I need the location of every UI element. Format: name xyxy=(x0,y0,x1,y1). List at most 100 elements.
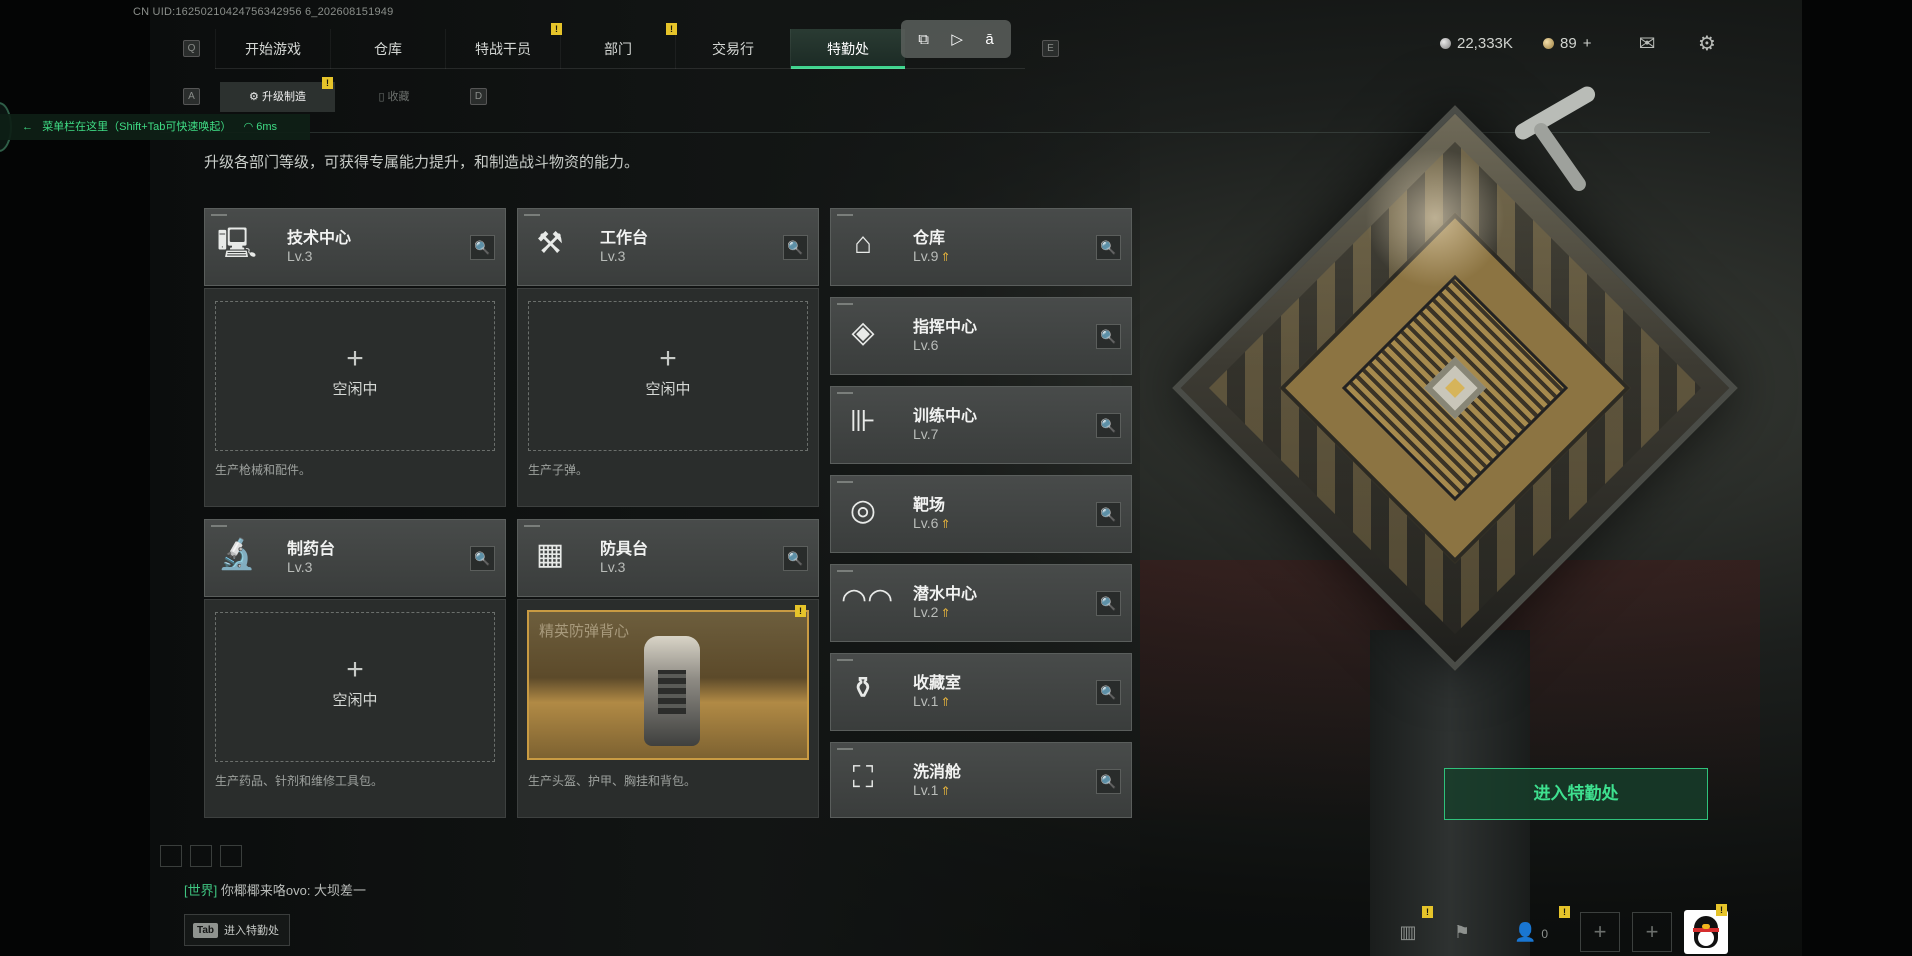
search-icon[interactable]: 🔍 xyxy=(1096,502,1121,527)
nav-tab-operators[interactable]: 特战干员 xyxy=(445,29,560,69)
tab-enter-hint[interactable]: Tab 进入特勤处 xyxy=(184,914,290,946)
stats-chart-icon[interactable]: ▥ xyxy=(1388,912,1428,952)
department-command-center[interactable]: ◈ 指挥中心 Lv.6 🔍 xyxy=(830,297,1132,375)
add-team-slot-button-2[interactable]: + xyxy=(1632,912,1672,952)
screenshot-icon[interactable]: ⧉ xyxy=(918,31,929,48)
search-icon[interactable]: 🔍 xyxy=(1096,680,1121,705)
slot-status: 空闲中 xyxy=(332,381,378,398)
nav-tab-special-ops[interactable]: 特勤处 xyxy=(790,29,905,69)
search-icon[interactable]: 🔍 xyxy=(1096,324,1121,349)
overlay-toolbar: ⧉ ▷ ā xyxy=(901,20,1011,58)
computer-icon: 🖳 xyxy=(216,227,258,260)
upgrade-alert-badge: ! xyxy=(322,77,333,89)
subtab-upgrade-craft[interactable]: ⚙ 升级制造 xyxy=(220,82,335,112)
upgrade-arrow-icon: ⇑ xyxy=(940,784,951,798)
workstation-armor[interactable]: ▦ 防具台 Lv.3 🔍 xyxy=(517,519,819,597)
search-icon[interactable]: 🔍 xyxy=(1096,591,1121,616)
gold-currency: 89 + xyxy=(1543,35,1591,52)
plus-icon: + xyxy=(659,342,677,375)
nav-tab-start-game[interactable]: 开始游戏 xyxy=(215,29,330,69)
vest-image xyxy=(644,636,700,746)
department-shooting-range[interactable]: ◎ 靶场 Lv.6 ⇑ 🔍 xyxy=(830,475,1132,553)
workbench-slot: + 空闲中 生产子弹。 xyxy=(517,288,819,507)
target-icon: ◎ xyxy=(849,494,877,527)
workstation-name: 工作台 xyxy=(600,230,649,247)
plus-icon: + xyxy=(346,653,364,686)
workstation-level: Lv.3 xyxy=(600,559,626,575)
tools-icon: ⚒ xyxy=(536,227,564,260)
friends-button[interactable]: 👤 0 xyxy=(1506,912,1556,952)
workstation-tech-center[interactable]: 🖳 技术中心 Lv.3 🔍 xyxy=(204,208,506,286)
upgrade-arrow-icon: ⇑ xyxy=(940,517,951,531)
department-training-center[interactable]: ⊪ 训练中心 Lv.7 🔍 xyxy=(830,386,1132,464)
wifi-icon: ◠ xyxy=(234,121,257,133)
search-icon[interactable]: 🔍 xyxy=(1096,769,1121,794)
department-diving-center[interactable]: ◠◠ 潜水中心 Lv.2 ⇑ 🔍 xyxy=(830,564,1132,642)
menu-hint-text: 菜单栏在这里（Shift+Tab可快速唤起） xyxy=(42,121,232,133)
ping-value: 6ms xyxy=(256,121,278,133)
flag-icon[interactable]: ⚑ xyxy=(1442,912,1482,952)
record-icon[interactable]: ▷ xyxy=(951,30,963,48)
tab-key: Tab xyxy=(193,922,219,938)
nav-tab-warehouse[interactable]: 仓库 xyxy=(330,29,445,69)
stats-alert-badge: ! xyxy=(1422,906,1433,918)
game-screen: CN UID:16250210424756342956 6_2026081519… xyxy=(0,0,1912,956)
search-icon[interactable]: 🔍 xyxy=(783,235,808,260)
workstation-pharmacy[interactable]: 🔬 制药台 Lv.3 🔍 xyxy=(204,519,506,597)
department-warehouse[interactable]: ⌂ 仓库 Lv.9 ⇑ 🔍 xyxy=(830,208,1132,286)
slot-description: 生产子弹。 xyxy=(528,463,589,477)
settings-gear-icon[interactable]: ⚙ xyxy=(1694,31,1720,57)
warehouse-icon: ⌂ xyxy=(853,227,873,260)
search-icon[interactable]: 🔍 xyxy=(1096,235,1121,260)
translate-icon[interactable]: ā xyxy=(985,31,993,48)
craft-slot-empty[interactable]: + 空闲中 xyxy=(528,301,808,451)
craft-slot-empty[interactable]: + 空闲中 xyxy=(215,612,495,762)
special-ops-cube-artwork xyxy=(1172,105,1738,671)
silver-amount: 22,333K xyxy=(1457,35,1513,52)
menu-hint-banner[interactable]: ← 菜单栏在这里（Shift+Tab可快速唤起） ◠ 6ms xyxy=(0,114,310,140)
enter-special-ops-button[interactable]: 进入特勤处 xyxy=(1444,768,1708,820)
gold-coin-icon xyxy=(1543,38,1554,49)
search-icon[interactable]: 🔍 xyxy=(470,235,495,260)
workstation-name: 技术中心 xyxy=(287,230,352,247)
silver-currency: 22,333K xyxy=(1440,35,1513,52)
workstation-level: Lv.3 xyxy=(600,248,626,264)
gold-add-button[interactable]: + xyxy=(1583,35,1592,52)
upgrade-arrow-icon: ⇑ xyxy=(940,250,951,264)
search-icon[interactable]: 🔍 xyxy=(470,546,495,571)
chat-message[interactable]: [世界] 你椰椰来咯ovo: 大坝差一 xyxy=(184,880,366,899)
mail-icon[interactable]: ✉ xyxy=(1634,31,1660,57)
nav-tab-trading[interactable]: 交易行 xyxy=(675,29,790,69)
tech-center-slot: + 空闲中 生产枪械和配件。 xyxy=(204,288,506,507)
add-team-slot-button[interactable]: + xyxy=(1580,912,1620,952)
workstation-level: Lv.3 xyxy=(287,248,313,264)
friends-alert-badge: ! xyxy=(1559,906,1570,918)
diving-mask-icon: ◠◠ xyxy=(841,583,894,616)
crafting-item-name: 精英防弹背心 xyxy=(539,623,630,640)
pharmacy-slot: + 空闲中 生产药品、针剂和维修工具包。 xyxy=(204,599,506,818)
boxes-icon: ▦ xyxy=(535,538,565,571)
nav-tab-departments[interactable]: 部门 xyxy=(560,29,675,69)
user-uid: CN UID:16250210424756342956 6_2026081519… xyxy=(133,6,394,18)
avatar-alert-badge: ! xyxy=(1716,904,1727,916)
crafting-item-card[interactable]: 精英防弹背心 xyxy=(527,610,809,760)
craft-slot-empty[interactable]: + 空闲中 xyxy=(215,301,495,451)
player-avatar[interactable] xyxy=(1684,910,1728,954)
department-decontamination[interactable]: ⛶ 洗消舱 Lv.1 ⇑ 🔍 xyxy=(830,742,1132,818)
workstation-workbench[interactable]: ⚒ 工作台 Lv.3 🔍 xyxy=(517,208,819,286)
plus-icon: + xyxy=(346,342,364,375)
silver-coin-icon xyxy=(1440,38,1451,49)
slot-status: 空闲中 xyxy=(332,692,378,709)
decontamination-icon: ⛶ xyxy=(852,761,874,794)
collection-tab-icon: ▯ xyxy=(378,91,388,103)
chat-channel: [世界] xyxy=(184,883,218,898)
department-collection-room[interactable]: ⚱ 收藏室 Lv.1 ⇑ 🔍 xyxy=(830,653,1132,731)
subtab-collection[interactable]: ▯ 收藏 xyxy=(338,82,450,112)
subtab-key-a-hint: A xyxy=(183,88,200,105)
slot-description: 生产药品、针剂和维修工具包。 xyxy=(215,774,384,788)
search-icon[interactable]: 🔍 xyxy=(783,546,808,571)
search-icon[interactable]: 🔍 xyxy=(1096,413,1121,438)
arrow-left-icon: ← xyxy=(22,121,40,133)
subtab-key-d-hint: D xyxy=(470,88,487,105)
nav-divider xyxy=(215,68,1025,69)
